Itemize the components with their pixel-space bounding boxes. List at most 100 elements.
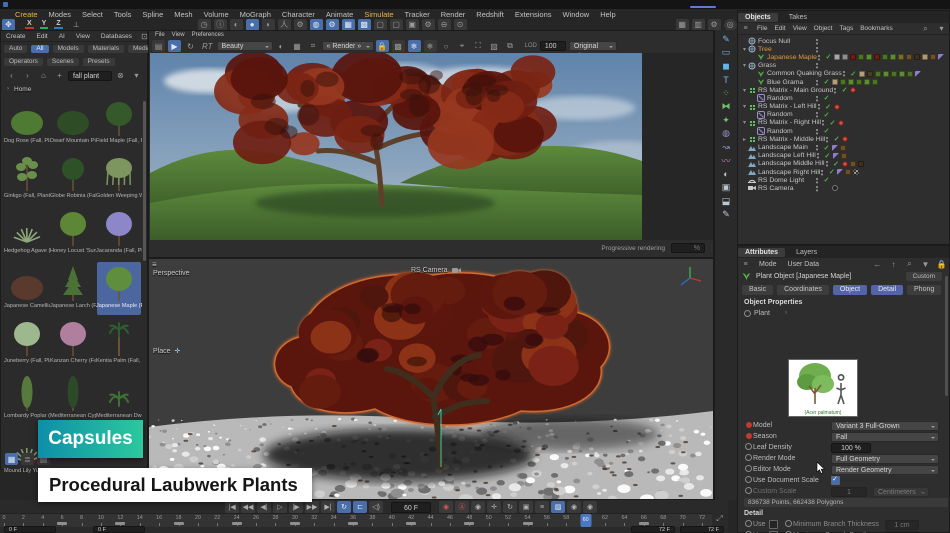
redshift-object-tag[interactable] [842,136,849,143]
material-tag[interactable] [858,70,865,77]
perspective-viewport[interactable]: ≡ Perspective RS Camera Place ✛ [148,258,714,500]
pos-key-button[interactable]: ✛ [487,501,501,513]
keyframe-marker[interactable] [231,522,242,525]
history-up-icon[interactable]: ↑ [887,258,900,270]
visibility-dots[interactable] [815,94,822,102]
expand-caret[interactable]: ▾ [741,103,748,110]
attr-chip-phong[interactable]: Phong [907,284,942,295]
visibility-dots[interactable] [815,78,822,86]
attr-chip-basic[interactable]: Basic [742,284,774,295]
ab-tab-operators[interactable]: Operators [4,57,43,66]
visibility-dots[interactable] [815,176,822,184]
rv-menu-preferences[interactable]: Preferences [189,32,227,38]
viewport-label[interactable]: Perspective [153,270,190,277]
move-tool-icon[interactable]: ✥ [2,18,15,31]
material-tag[interactable] [873,54,880,61]
material-tag[interactable] [840,152,847,159]
enabled-check[interactable]: ✓ [849,70,858,78]
region-icon[interactable]: ○ [440,40,453,52]
object-row[interactable]: ▾ Grass [738,62,949,70]
timeline-ruler[interactable]: 0 2 4 6 8 10 12 14 16 18 20 22 24 26 28 30 32 34 36 38 40 42 4… [0,513,712,527]
obj-menu-tags[interactable]: Tags [836,25,856,32]
render-picture-viewer-button[interactable]: ▥ [691,18,705,31]
object-name[interactable]: Japanese Maple [767,54,817,61]
redshift-object-tag[interactable] [841,160,848,167]
param-field[interactable]: 100 % [831,442,871,453]
timeline-expand-icon[interactable]: ⤢ [713,513,726,525]
material-tag[interactable] [840,144,846,151]
object-row[interactable]: Random ✓ [738,110,949,119]
keyframe-marker[interactable] [289,522,300,525]
visibility-dots[interactable] [815,111,822,119]
value-field[interactable]: 1 cm [885,519,919,530]
object-row[interactable]: Japanese Maple ✓ [738,53,949,61]
visibility-dots[interactable] [815,37,822,45]
material-tag[interactable] [832,79,838,86]
material-tag[interactable] [882,70,889,77]
rv-menu-file[interactable]: File [152,32,168,38]
plant-thumbnail[interactable]: Jacaranda (Fall, Plant) [96,207,142,260]
plant-thumbnail[interactable]: Mediterranean Cypres... [50,372,96,425]
expand-caret[interactable]: ▾ [741,119,748,126]
menu-create[interactable]: Create [10,9,43,20]
shader-ball-b-icon[interactable]: ◗ [261,18,275,31]
material-tag[interactable] [833,54,840,61]
sound-button[interactable]: ◁) [369,501,383,513]
aov-icon[interactable]: ◐ [275,40,288,52]
object-name[interactable]: Grass [758,62,776,69]
object-name[interactable]: RS Matrix - Main Ground [758,87,833,94]
add-icon[interactable]: + [53,70,66,82]
ab-tab-models[interactable]: Models [52,44,84,53]
keyframe-marker[interactable] [522,522,533,525]
freeze-icon[interactable]: ❄ [407,40,421,52]
enabled-check[interactable]: ✓ [822,127,831,135]
camera-palette-icon[interactable]: ▣ [720,182,733,194]
axis-z-toggle[interactable]: Z [54,20,63,29]
loop-button[interactable]: ↻ [337,501,351,513]
menu-mesh[interactable]: Mesh [169,9,197,20]
document-tab-indicator[interactable] [690,6,716,8]
object-name[interactable]: Landscape Main [758,144,808,151]
keyframe-marker[interactable] [406,522,417,525]
object-row[interactable]: Common Quaking Grass ✓ [738,70,949,78]
menu-redshift[interactable]: Redshift [471,9,509,20]
range-start-field[interactable]: 0 F [4,526,56,533]
object-row[interactable]: Landscape Left Hill ✓ [738,152,949,160]
material-tag[interactable] [906,70,913,77]
render-preset-dropdown[interactable]: « Render » [321,41,374,51]
scale-field[interactable]: 1 [831,486,867,497]
object-row[interactable]: Focus Null [738,37,949,45]
visibility-dots[interactable] [815,45,822,53]
compare-icon[interactable]: ⧉ [504,40,517,52]
material-tag[interactable] [929,54,936,61]
plant-preview-image[interactable]: (Acer palmatum) [788,359,858,417]
size-dropdown[interactable]: Original Size [568,41,617,60]
contrast-icon[interactable]: ◐ [229,18,243,31]
object-name[interactable]: Landscape Right Hill [758,169,820,176]
attr-filter-icon[interactable]: ▼ [919,258,932,270]
spline-pen-palette-icon[interactable]: ✎ [720,33,733,45]
scale-key-button[interactable]: ▣ [519,501,533,513]
viewport-menu-icon[interactable]: ≡ [152,260,157,269]
render-view-button[interactable]: ▦ [675,18,689,31]
ab-menu-create[interactable]: Create [1,32,31,41]
annotation-tag[interactable] [837,169,844,176]
crop-icon[interactable]: ⌗ [307,40,320,52]
target-tag[interactable] [832,185,838,192]
shader-ball-icon[interactable]: ● [245,18,259,31]
figure-icon[interactable]: 人 [277,18,291,31]
rot-key-button[interactable]: ↻ [503,501,517,513]
go-end-button[interactable]: ▶| [321,501,335,513]
cloner-palette-icon[interactable]: ⁘ [720,87,733,99]
plant-thumbnail[interactable]: Mediterranean Dwarf ... [96,372,142,425]
plant-thumbnail[interactable]: Field Maple (Fall, Plant) [96,97,142,150]
visibility-dots[interactable] [824,160,832,168]
back-icon[interactable]: ‹ [5,70,18,82]
sim-gear-icon[interactable]: ⚙ [293,18,307,31]
attr-chip-object[interactable]: Object [832,284,868,295]
rv-menu-view[interactable]: View [169,32,188,38]
redshift-object-tag[interactable] [850,87,857,94]
object-name[interactable]: Tree [758,46,772,53]
material-tag[interactable] [864,79,870,86]
forward-icon[interactable]: › [21,70,34,82]
